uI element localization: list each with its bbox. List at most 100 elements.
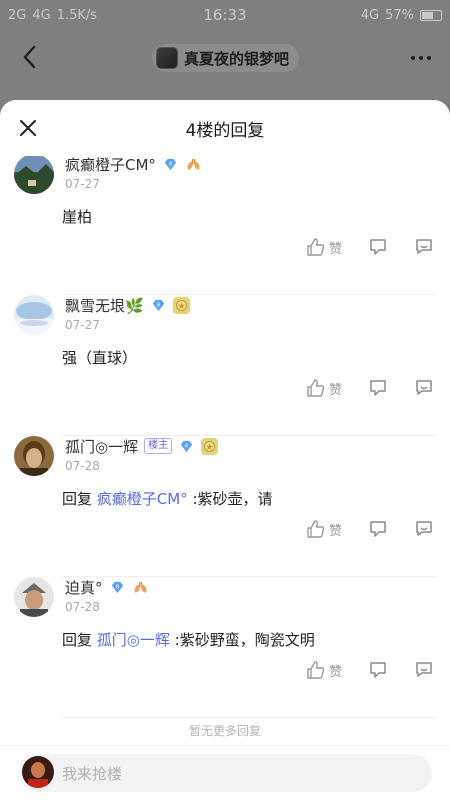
reply-list[interactable]: 疯癫橙子CM° 8 07-27 崖柏 赞 飘雪无垠🌿 8 07-27 强（直球）… bbox=[0, 156, 450, 746]
diamond-icon: 6 bbox=[180, 440, 193, 452]
username[interactable]: 迫真° bbox=[65, 577, 103, 598]
comment-icon bbox=[370, 662, 386, 678]
avatar[interactable] bbox=[14, 156, 54, 194]
comment-icon bbox=[370, 521, 386, 537]
diamond-icon: 8 bbox=[152, 299, 164, 311]
avatar[interactable] bbox=[14, 577, 54, 617]
reply-prefix: 回复 bbox=[62, 631, 93, 649]
comment-icon bbox=[370, 239, 386, 255]
smile-bubble-icon bbox=[416, 239, 432, 254]
reply-text: :紫砂野蛮，陶瓷文明 bbox=[174, 631, 315, 649]
mention-link[interactable]: 孤门◎一辉 bbox=[97, 631, 170, 649]
sheet-header: 4楼的回复 bbox=[0, 100, 450, 156]
dot bbox=[419, 56, 423, 60]
reply-actions: 赞 bbox=[306, 518, 434, 540]
close-icon bbox=[20, 120, 36, 136]
back-button[interactable] bbox=[14, 42, 44, 72]
reply-button[interactable] bbox=[368, 519, 388, 539]
lungs-icon bbox=[187, 158, 200, 169]
svg-text:8: 8 bbox=[115, 584, 119, 590]
username[interactable]: 飘雪无垠🌿 bbox=[65, 295, 144, 316]
reply-content[interactable]: 强（直球） bbox=[62, 347, 137, 368]
like-label: 赞 bbox=[328, 664, 342, 680]
reply-button[interactable] bbox=[368, 378, 388, 398]
dot bbox=[427, 56, 431, 60]
reply-actions: 赞 bbox=[306, 659, 434, 681]
diamond-icon: 8 bbox=[111, 581, 123, 593]
like-label: 赞 bbox=[328, 241, 342, 257]
svg-text:8: 8 bbox=[156, 302, 160, 308]
more-reply-button[interactable] bbox=[414, 660, 434, 680]
thumbs-up-icon bbox=[307, 379, 325, 397]
diamond-icon: 8 bbox=[164, 158, 177, 170]
chevron-left-icon bbox=[23, 45, 36, 69]
reply-text: 强（直球） bbox=[62, 349, 138, 367]
like-button[interactable]: 赞 bbox=[306, 237, 342, 257]
more-button[interactable] bbox=[406, 44, 436, 72]
reply-date: 07-27 bbox=[65, 318, 100, 332]
avatar[interactable] bbox=[14, 436, 54, 476]
name-row: 迫真° 8 bbox=[65, 577, 149, 597]
more-reply-button[interactable] bbox=[414, 519, 434, 539]
thumbs-up-icon bbox=[307, 238, 325, 256]
name-row: 飘雪无垠🌿 8 bbox=[65, 295, 190, 315]
my-avatar bbox=[22, 756, 54, 788]
username[interactable]: 孤门◎一辉 bbox=[65, 436, 138, 457]
smile-bubble-icon bbox=[416, 380, 432, 395]
smile-bubble-icon bbox=[416, 662, 432, 677]
reply-button[interactable] bbox=[368, 660, 388, 680]
reply-actions: 赞 bbox=[306, 236, 434, 258]
battery-icon bbox=[420, 9, 442, 21]
sheet-title: 4楼的回复 bbox=[185, 120, 265, 141]
owner-tag: 楼主 bbox=[144, 438, 173, 454]
reply-content[interactable]: 崖柏 bbox=[62, 206, 92, 227]
forum-name: 真夏夜的银梦吧 bbox=[184, 49, 290, 68]
replies-sheet: 4楼的回复 疯癫橙子CM° 8 07-27 崖柏 赞 飘雪无垠🌿 8 07-27… bbox=[0, 100, 450, 800]
no-more-replies: 暂无更多回复 bbox=[188, 724, 261, 738]
thumbs-up-icon bbox=[307, 520, 325, 538]
medal-icon bbox=[201, 437, 219, 455]
reply-text: 崖柏 bbox=[62, 208, 93, 226]
mention-link[interactable]: 疯癫橙子CM° bbox=[97, 490, 188, 508]
like-label: 赞 bbox=[328, 523, 342, 539]
reply-button[interactable] bbox=[368, 237, 388, 257]
name-row: 疯癫橙子CM° 8 bbox=[65, 156, 202, 174]
reply-item: 疯癫橙子CM° 8 07-27 崖柏 赞 bbox=[0, 156, 450, 295]
comment-icon bbox=[370, 380, 386, 396]
forum-avatar bbox=[156, 47, 178, 69]
avatar[interactable] bbox=[14, 295, 54, 335]
svg-text:8: 8 bbox=[169, 161, 173, 167]
forum-link[interactable]: 真夏夜的银梦吧 bbox=[152, 44, 300, 72]
clock: 16:33 bbox=[203, 6, 247, 24]
thumbs-up-icon bbox=[307, 661, 325, 679]
like-button[interactable]: 赞 bbox=[306, 519, 342, 539]
reply-content[interactable]: 回复 疯癫橙子CM° :紫砂壶，请 bbox=[62, 488, 273, 509]
compose-bar: 我来抢楼 bbox=[0, 745, 450, 800]
close-button[interactable] bbox=[14, 114, 42, 142]
reply-input[interactable]: 我来抢楼 bbox=[20, 754, 432, 792]
top-bar: 真夏夜的银梦吧 bbox=[0, 30, 450, 86]
like-label: 赞 bbox=[328, 382, 342, 398]
more-reply-button[interactable] bbox=[414, 378, 434, 398]
dot bbox=[411, 56, 415, 60]
smile-bubble-icon bbox=[416, 521, 432, 536]
svg-text:6: 6 bbox=[185, 443, 189, 449]
more-reply-button[interactable] bbox=[414, 237, 434, 257]
reply-date: 07-28 bbox=[65, 600, 100, 614]
username[interactable]: 疯癫橙子CM° bbox=[65, 156, 156, 175]
like-button[interactable]: 赞 bbox=[306, 378, 342, 398]
reply-date: 07-28 bbox=[65, 459, 100, 473]
divider bbox=[62, 717, 436, 718]
status-bar: 2G 4G 1.5K/s 16:33 4G 57% bbox=[0, 0, 450, 30]
medal-icon bbox=[172, 296, 190, 314]
reply-date: 07-27 bbox=[65, 177, 100, 191]
reply-actions: 赞 bbox=[306, 377, 434, 399]
reply-item: 飘雪无垠🌿 8 07-27 强（直球） 赞 bbox=[0, 295, 450, 436]
reply-content[interactable]: 回复 孤门◎一辉 :紫砂野蛮，陶瓷文明 bbox=[62, 629, 315, 650]
like-button[interactable]: 赞 bbox=[306, 660, 342, 680]
reply-item: 迫真° 8 07-28 回复 孤门◎一辉 :紫砂野蛮，陶瓷文明 赞 bbox=[0, 577, 450, 718]
reply-item: 孤门◎一辉 楼主 6 07-28 回复 疯癫橙子CM° :紫砂壶，请 赞 bbox=[0, 436, 450, 577]
lungs-icon bbox=[134, 581, 146, 592]
reply-prefix: 回复 bbox=[62, 490, 93, 508]
reply-text: :紫砂壶，请 bbox=[192, 490, 273, 508]
